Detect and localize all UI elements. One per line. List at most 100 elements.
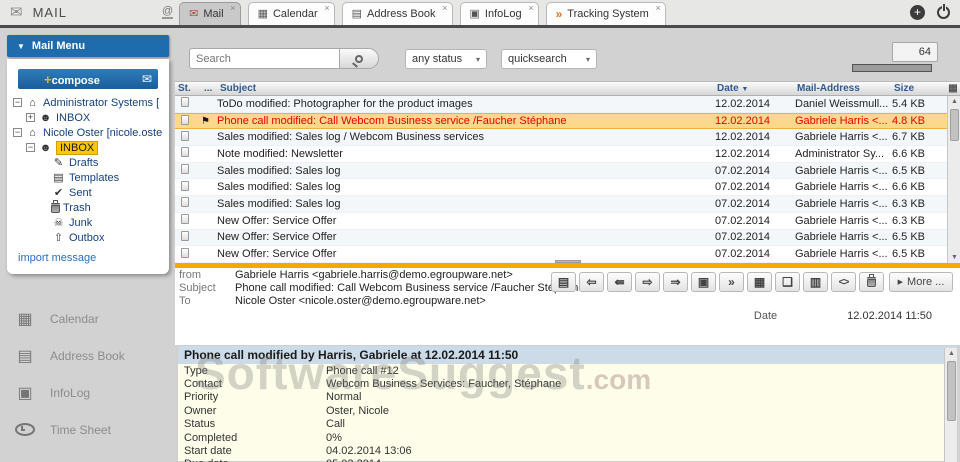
expander-minus-icon[interactable]: − xyxy=(13,98,22,107)
mail-menu-header[interactable]: ▼ Mail Menu xyxy=(7,35,169,57)
column-attachment[interactable]: ... xyxy=(201,83,217,94)
mail-icon: ✉ xyxy=(189,7,198,20)
status-cell xyxy=(175,115,201,128)
list-scrollbar[interactable]: ▲ ▼ xyxy=(947,96,960,263)
reply-button[interactable]: ⇦ xyxy=(579,272,604,292)
filemanager-button[interactable]: ❏ xyxy=(775,272,800,292)
row-date: 07.02.2014 xyxy=(715,231,795,243)
tab-close-icon[interactable]: × xyxy=(442,4,447,12)
sidebar-item-time-sheet[interactable]: Time Sheet xyxy=(0,411,175,448)
column-address[interactable]: Mail-Address xyxy=(794,83,891,94)
table-row[interactable]: Sales modified: Sales log / Webcom Busin… xyxy=(175,129,947,146)
sidebar-item-calendar[interactable]: ▦Calendar xyxy=(0,300,175,337)
collapse-icon: ▼ xyxy=(17,42,25,51)
document-icon xyxy=(181,147,189,157)
tracker-button[interactable]: » xyxy=(719,272,744,292)
forward-button[interactable]: ⇨ xyxy=(635,272,660,292)
column-date[interactable]: Date ▼ xyxy=(714,83,794,94)
sidebar-item-tracking-system[interactable]: »Tracking System xyxy=(0,448,175,462)
folder-trash[interactable]: Trash xyxy=(7,200,169,215)
new-note-button[interactable]: ▤ xyxy=(551,272,576,292)
more-button[interactable]: ▶ More ... xyxy=(889,272,953,292)
message-scroll-thumb[interactable] xyxy=(947,361,956,421)
folder-templates[interactable]: ▤Templates xyxy=(7,170,169,185)
tab-infolog[interactable]: ▣InfoLog× xyxy=(460,2,539,25)
status-cell xyxy=(175,214,201,227)
compose-plus: + xyxy=(44,72,52,87)
delete-button[interactable] xyxy=(859,272,884,292)
table-row[interactable]: ToDo modified: Photographer for the prod… xyxy=(175,96,947,113)
folder-administrator-systems[interactable]: −⌂Administrator Systems [ xyxy=(7,95,169,110)
list-pager-bar[interactable] xyxy=(852,64,932,72)
folder-drafts[interactable]: ✎Drafts xyxy=(7,155,169,170)
row-date: 07.02.2014 xyxy=(715,198,795,210)
scroll-up-icon[interactable]: ▲ xyxy=(945,348,958,359)
outbox-icon: ⇧ xyxy=(51,231,66,244)
table-row[interactable]: ⚑Phone call modified: Call Webcom Busine… xyxy=(175,113,947,130)
folder-inbox[interactable]: −☻INBOX xyxy=(7,140,169,155)
list-scroll-thumb[interactable] xyxy=(950,109,959,141)
forward-inline-button[interactable]: ⇒ xyxy=(663,272,688,292)
folder-label: Trash xyxy=(63,202,91,214)
folder-label: Templates xyxy=(69,172,119,184)
status-filter-select[interactable]: any status ▾ xyxy=(405,49,487,69)
column-selector-icon[interactable]: ▦ xyxy=(946,83,960,94)
sidebar-item-address-book[interactable]: ▤Address Book xyxy=(0,337,175,374)
column-size[interactable]: Size xyxy=(891,83,946,94)
reply-all-button[interactable]: ⇚ xyxy=(607,272,632,292)
scroll-up-icon[interactable]: ▲ xyxy=(948,96,960,107)
sidebar-item-infolog[interactable]: ▣InfoLog xyxy=(0,374,175,411)
search-input[interactable] xyxy=(189,48,339,69)
row-date: 07.02.2014 xyxy=(715,165,795,177)
folder-label: INBOX xyxy=(56,141,98,155)
view-source-button[interactable]: <> xyxy=(831,272,856,292)
expander-plus-icon[interactable]: + xyxy=(26,113,35,122)
print-button[interactable]: ▥ xyxy=(803,272,828,292)
quicksearch-select[interactable]: quicksearch ▾ xyxy=(501,49,597,69)
compose-button[interactable]: +compose ✉ xyxy=(18,69,158,89)
scroll-down-icon[interactable]: ▼ xyxy=(948,252,960,263)
folder-outbox[interactable]: ⇧Outbox xyxy=(7,230,169,245)
jump-icon[interactable]: @ xyxy=(162,5,173,19)
tab-close-icon[interactable]: × xyxy=(230,4,235,12)
field-label: Completed xyxy=(178,432,326,444)
expander-minus-icon[interactable]: − xyxy=(13,128,22,137)
table-row[interactable]: Note modified: Newsletter12.02.2014Admin… xyxy=(175,146,947,163)
new-note-icon: ▤ xyxy=(558,275,569,289)
sidebar-item-label: Calendar xyxy=(50,312,99,326)
tab-bar: ✉ MAIL @ ✉Mail×▦Calendar×▤Address Book×▣… xyxy=(0,0,960,28)
message-scrollbar[interactable]: ▲ xyxy=(944,348,957,462)
folder-sent[interactable]: ✔Sent xyxy=(7,185,169,200)
column-status[interactable]: St. xyxy=(175,83,201,94)
app-window: ✉ MAIL @ ✉Mail×▦Calendar×▤Address Book×▣… xyxy=(0,0,960,462)
logout-power-icon[interactable] xyxy=(937,6,950,19)
folder-label: Nicole Oster [nicole.oste xyxy=(43,127,162,139)
folder-inbox[interactable]: +☻INBOX xyxy=(7,110,169,125)
tab-close-icon[interactable]: × xyxy=(656,4,661,12)
tab-calendar[interactable]: ▦Calendar× xyxy=(248,2,335,25)
folder-junk[interactable]: ☠Junk xyxy=(7,215,169,230)
folder-nicole-oster-nicole-oste[interactable]: −⌂Nicole Oster [nicole.oste xyxy=(7,125,169,140)
tab-mail[interactable]: ✉Mail× xyxy=(179,2,240,25)
search-button[interactable] xyxy=(339,48,379,69)
expander-minus-icon[interactable]: − xyxy=(26,143,35,152)
tab-tracking-system[interactable]: »Tracking System× xyxy=(546,2,666,25)
table-row[interactable]: New Offer: Service Offer07.02.2014Gabrie… xyxy=(175,230,947,247)
tab-close-icon[interactable]: × xyxy=(324,4,329,12)
infolog-button[interactable]: ▣ xyxy=(691,272,716,292)
table-row[interactable]: New Offer: Service Offer07.02.2014Gabrie… xyxy=(175,213,947,230)
splitter-grip-icon[interactable] xyxy=(555,260,581,263)
add-tab-icon[interactable]: + xyxy=(910,5,925,20)
reply-all-icon: ⇚ xyxy=(614,275,624,289)
table-row[interactable]: Sales modified: Sales log07.02.2014Gabri… xyxy=(175,163,947,180)
table-row[interactable]: Sales modified: Sales log07.02.2014Gabri… xyxy=(175,196,947,213)
status-cell xyxy=(175,181,201,194)
import-message-link[interactable]: import message xyxy=(18,252,96,264)
tab-address-book[interactable]: ▤Address Book× xyxy=(342,2,453,25)
message-count: 64 xyxy=(892,42,938,62)
tab-close-icon[interactable]: × xyxy=(528,4,533,12)
addressbook-icon: ▤ xyxy=(15,346,35,366)
column-subject[interactable]: Subject xyxy=(217,83,714,94)
save-button[interactable]: ▦ xyxy=(747,272,772,292)
table-row[interactable]: Sales modified: Sales log07.02.2014Gabri… xyxy=(175,179,947,196)
